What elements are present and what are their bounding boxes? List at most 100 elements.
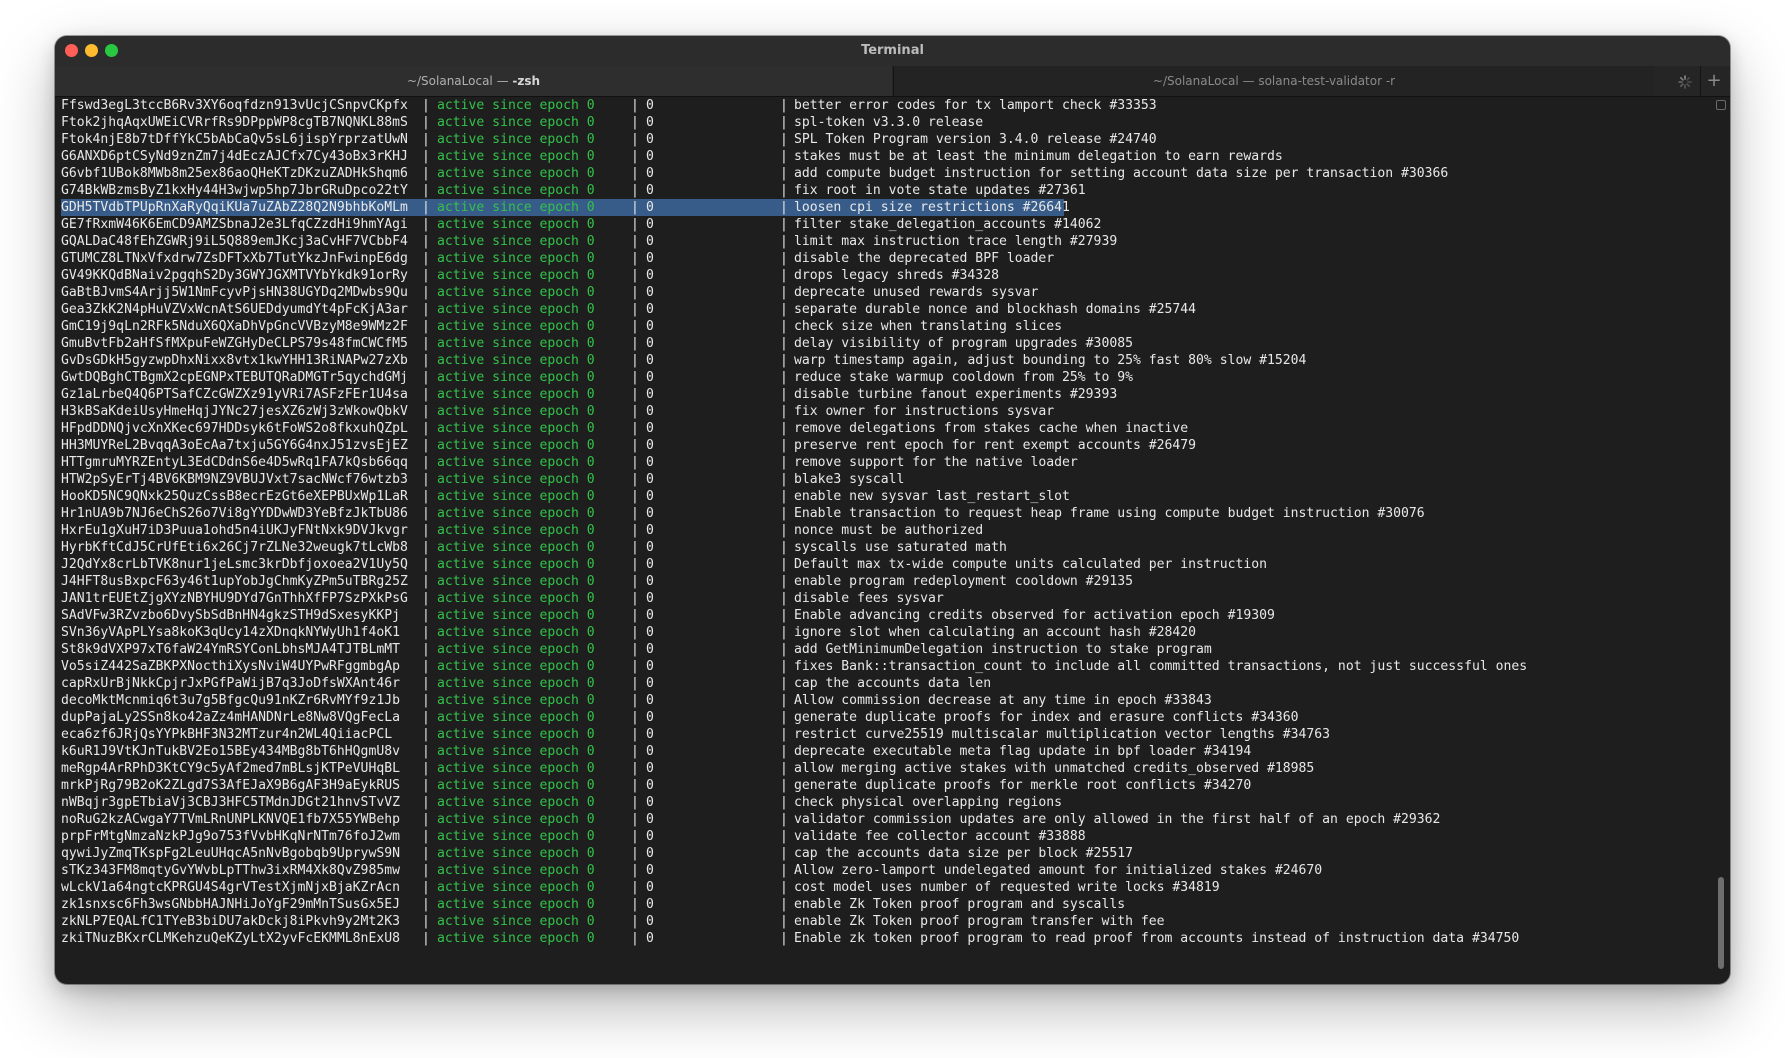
- activation-slot: 0: [646, 421, 654, 436]
- activation-slot: 0: [646, 863, 654, 878]
- feature-id: Gea3ZkK2N4pHuVZVxWcnAtS6UEDdyumdYt4pFcKj…: [61, 302, 408, 317]
- column-separator: |: [422, 506, 430, 521]
- feature-status: active since epoch 0: [437, 336, 595, 351]
- feature-id: Ftok2jhqAqxUWEiCVRrfRs9DPppWP8cgTB7NQNKL…: [61, 115, 408, 130]
- feature-status: active since epoch 0: [437, 149, 595, 164]
- column-separator: |: [631, 438, 639, 453]
- terminal-line: prpFrMtgNmzaNzkPJg9o753fVvbHKqNrNTm76foJ…: [61, 828, 1701, 845]
- column-separator: |: [780, 659, 788, 674]
- feature-id: HyrbKftCdJ5CrUfEti6x26Cj7rZLNe32weugk7tL…: [61, 540, 408, 555]
- feature-id: GE7fRxmW46K6EmCD9AMZSbnaJ2e3LfqCZzdHi9hm…: [61, 217, 408, 232]
- tab-validator[interactable]: ~/SolanaLocal — solana-test-validator -r: [893, 66, 1654, 96]
- column-separator: |: [422, 455, 430, 470]
- column-separator: |: [631, 200, 639, 215]
- feature-id: HxrEu1gXuH7iD3Puua1ohd5n4iUKJyFNtNxk9DVJ…: [61, 523, 408, 538]
- feature-id: H3kBSaKdeiUsyHmeHqjJYNc27jesXZ6zWj3zWkow…: [61, 404, 408, 419]
- column-separator: |: [631, 676, 639, 691]
- feature-description: syscalls use saturated math: [794, 540, 1007, 555]
- feature-id: GaBtBJvmS4Arjj5W1NmFcyvPjsHN38UGYDq2MDwb…: [61, 285, 408, 300]
- activation-slot: 0: [646, 404, 654, 419]
- column-separator: |: [422, 812, 430, 827]
- terminal-line: GTUMCZ8LTNxVfxdrw7ZsDFTxXb7TutYkzJnFwinp…: [61, 250, 1701, 267]
- terminal-line: GV49KKQdBNaiv2pgqhS2Dy3GWYJGXMTVYbYkdk91…: [61, 267, 1701, 284]
- feature-status: active since epoch 0: [437, 404, 595, 419]
- feature-id: GwtDQBghCTBgmX2cpEGNPxTEBUTQRaDMGTr5qych…: [61, 370, 408, 385]
- terminal-line: Hr1nUA9b7NJ6eChS26o7Vi8gYYDDwWD3YeBfzJkT…: [61, 505, 1701, 522]
- terminal-output[interactable]: Ffswd3egL3tccB6Rv3XY6oqfdzn913vUcjCSnpvC…: [61, 97, 1701, 977]
- feature-description: Enable advancing credits observed for ac…: [794, 608, 1275, 623]
- column-separator: |: [422, 370, 430, 385]
- feature-id: GQALDaC48fEhZGWRj9iL5Q889emJKcj3aCvHF7VC…: [61, 234, 408, 249]
- column-separator: |: [422, 829, 430, 844]
- terminal-line: Ftok4njE8b7tDffYkC5bAbCaQv5sL6jispYrprza…: [61, 131, 1701, 148]
- feature-status: active since epoch 0: [437, 557, 595, 572]
- tab-zsh[interactable]: ~/SolanaLocal — -zsh: [55, 66, 892, 96]
- terminal-line: qywiJyZmqTKspFg2LeuUHqcA5nNvBgobqb9Upryw…: [61, 845, 1701, 862]
- column-separator: |: [780, 625, 788, 640]
- terminal-line: HTW2pSyErTj4BV6KBM9NZ9VBUJVxt7sacNWcf76w…: [61, 471, 1701, 488]
- activation-slot: 0: [646, 880, 654, 895]
- terminal-line: SVn36yVApPLYsa8koK3qUcy14zXDnqkNYWyUh1f4…: [61, 624, 1701, 641]
- feature-status: active since epoch 0: [437, 132, 595, 147]
- terminal-line: GmuBvtFb2aHfSfMXpuFeWZGHyDeCLPS79s48fmCW…: [61, 335, 1701, 352]
- column-separator: |: [631, 149, 639, 164]
- column-separator: |: [631, 642, 639, 657]
- activation-slot: 0: [646, 251, 654, 266]
- activation-slot: 0: [646, 540, 654, 555]
- feature-id: GDH5TVdbTPUpRnXaRyQqiKUa7uZAbZ28Q2N9bhbK…: [61, 200, 408, 215]
- new-tab-button[interactable]: +: [1700, 66, 1727, 96]
- column-separator: |: [631, 455, 639, 470]
- column-separator: |: [780, 404, 788, 419]
- column-separator: |: [422, 336, 430, 351]
- activation-slot: 0: [646, 370, 654, 385]
- column-separator: |: [422, 319, 430, 334]
- feature-status: active since epoch 0: [437, 778, 595, 793]
- column-separator: |: [631, 132, 639, 147]
- column-separator: |: [422, 166, 430, 181]
- feature-status: active since epoch 0: [437, 98, 595, 113]
- vertical-scrollbar[interactable]: [1715, 97, 1727, 977]
- feature-status: active since epoch 0: [437, 353, 595, 368]
- feature-status: active since epoch 0: [437, 914, 595, 929]
- column-separator: |: [780, 897, 788, 912]
- column-separator: |: [631, 846, 639, 861]
- feature-status: active since epoch 0: [437, 217, 595, 232]
- terminal-line: zk1snxsc6Fh3wsGNbbHAJNHiJoYgF29mMnTSusGx…: [61, 896, 1701, 913]
- terminal-line-selected: GDH5TVdbTPUpRnXaRyQqiKUa7uZAbZ28Q2N9bhbK…: [61, 199, 1701, 216]
- scroll-indicator-icon: [1716, 100, 1726, 110]
- column-separator: |: [422, 98, 430, 113]
- feature-id: SAdVFw3RZvzbo6DvySbSdBnHN4gkzSTH9dSxesyK…: [61, 608, 400, 623]
- feature-description: validate fee collector account #33888: [794, 829, 1086, 844]
- terminal-line: noRuG2kzACwgaY7TVmLRnUNPLKNVQE1fb7X55YWB…: [61, 811, 1701, 828]
- feature-description: restrict curve25519 multiscalar multipli…: [794, 727, 1331, 742]
- feature-description: Enable zk token proof program to read pr…: [794, 931, 1520, 946]
- column-separator: |: [780, 540, 788, 555]
- column-separator: |: [631, 404, 639, 419]
- feature-id: Ffswd3egL3tccB6Rv3XY6oqfdzn913vUcjCSnpvC…: [61, 98, 408, 113]
- feature-description: stakes must be at least the minimum dele…: [794, 149, 1283, 164]
- column-separator: |: [631, 710, 639, 725]
- column-separator: |: [780, 268, 788, 283]
- column-separator: |: [422, 132, 430, 147]
- feature-description: cap the accounts data len: [794, 676, 992, 691]
- terminal-line: J2QdYx8crLbTVK8nur1jeLsmc3krDbfjoxoea2V1…: [61, 556, 1701, 573]
- feature-id: GvDsGDkH5gyzwpDhxNixx8vtx1kwYHH13RiNAPw2…: [61, 353, 408, 368]
- feature-description: reduce stake warmup cooldown from 25% to…: [794, 370, 1133, 385]
- column-separator: |: [631, 183, 639, 198]
- column-separator: |: [780, 744, 788, 759]
- terminal-line: HooKD5NC9QNxk25QuzCssB8ecrEzGt6eXEPBUxWp…: [61, 488, 1701, 505]
- feature-status: active since epoch 0: [437, 642, 595, 657]
- scrollbar-thumb[interactable]: [1718, 877, 1724, 969]
- feature-description: fixes Bank::transaction_count to include…: [794, 659, 1528, 674]
- feature-description: warp timestamp again, adjust bounding to…: [794, 353, 1307, 368]
- column-separator: |: [631, 778, 639, 793]
- column-separator: |: [780, 319, 788, 334]
- feature-id: wLckV1a64ngtcKPRGU4S4grVTestXjmNjxBjaKZr…: [61, 880, 400, 895]
- feature-description: blake3 syscall: [794, 472, 905, 487]
- terminal-line: GvDsGDkH5gyzwpDhxNixx8vtx1kwYHH13RiNAPw2…: [61, 352, 1701, 369]
- column-separator: |: [631, 829, 639, 844]
- feature-id: noRuG2kzACwgaY7TVmLRnUNPLKNVQE1fb7X55YWB…: [61, 812, 400, 827]
- activation-slot: 0: [646, 472, 654, 487]
- column-separator: |: [422, 557, 430, 572]
- feature-status: active since epoch 0: [437, 285, 595, 300]
